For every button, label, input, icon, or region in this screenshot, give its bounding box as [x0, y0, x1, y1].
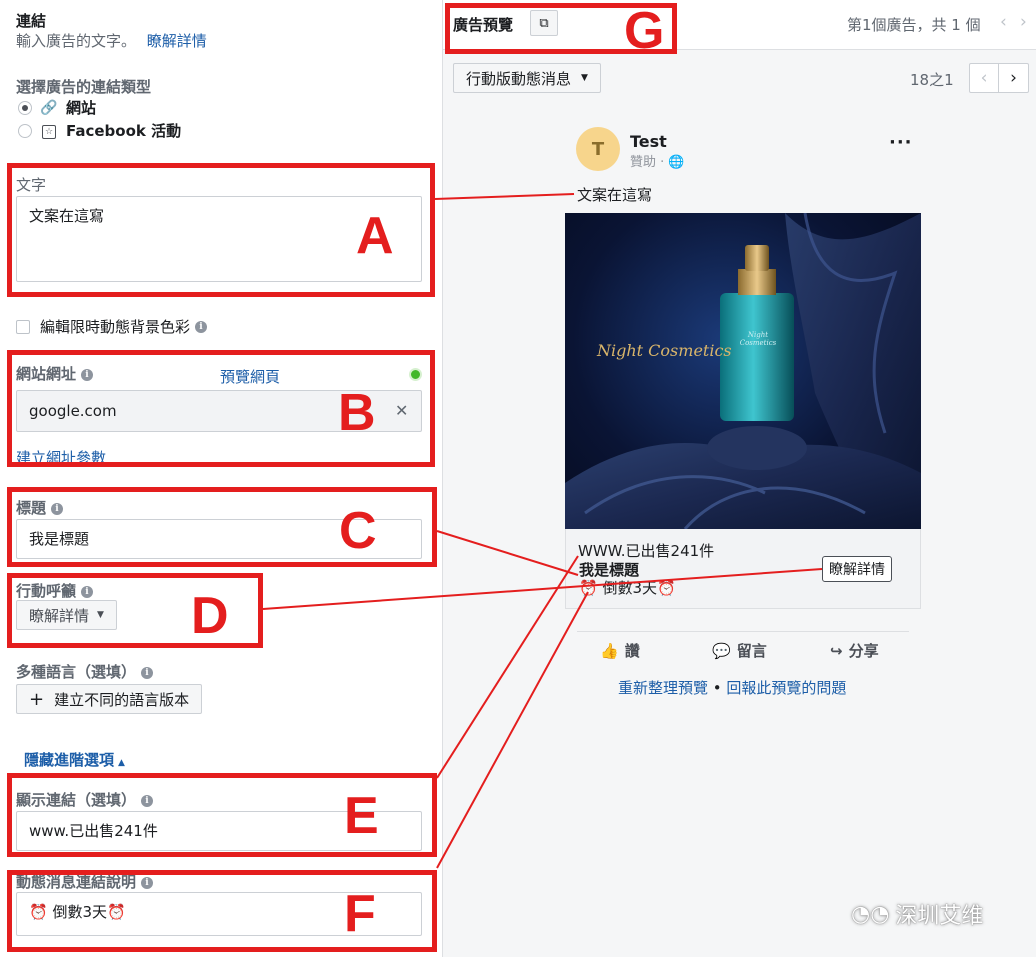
annotation-connectors	[262, 193, 823, 869]
connector-a	[434, 193, 575, 200]
connector-d	[262, 568, 823, 610]
connector-f	[436, 591, 589, 869]
connector-c	[436, 530, 579, 576]
connector-e	[436, 555, 579, 779]
